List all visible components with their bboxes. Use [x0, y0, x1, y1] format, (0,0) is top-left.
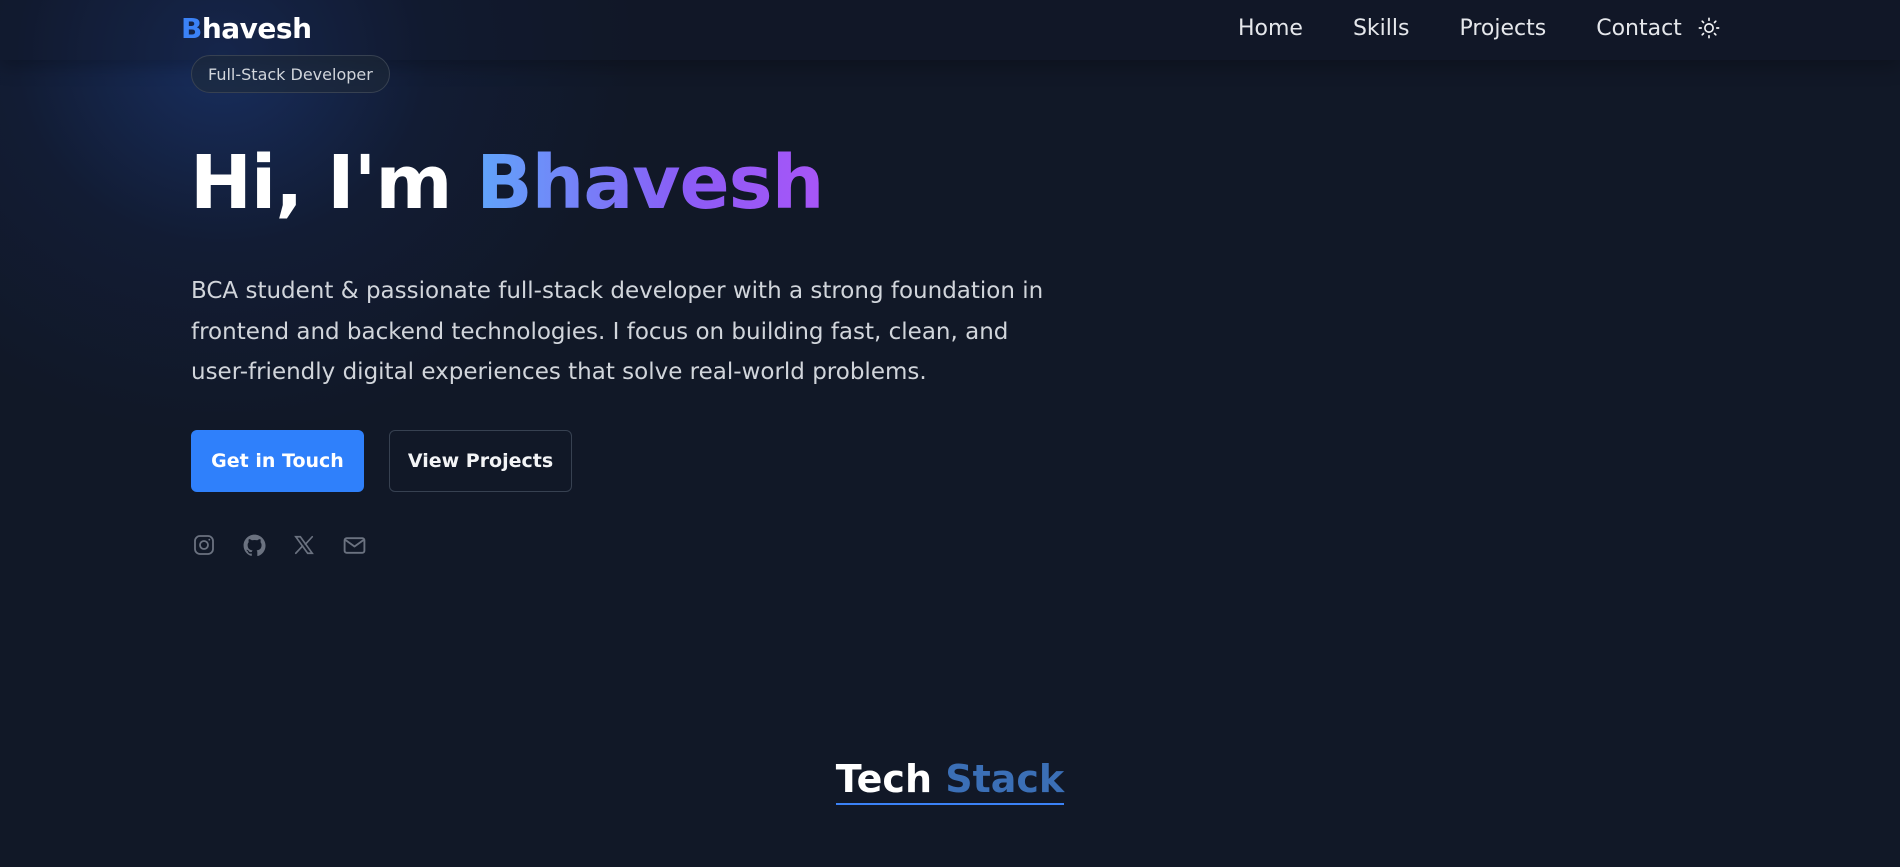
nav-links: Home Skills Projects Contact — [1238, 16, 1732, 41]
tech-stack-heading-underline: Tech Stack — [835, 755, 1065, 805]
instagram-link[interactable] — [191, 532, 217, 558]
theme-toggle-button[interactable] — [1696, 15, 1722, 41]
hero-title: Hi, I'm Bhavesh — [190, 140, 824, 226]
github-link[interactable] — [241, 532, 267, 558]
nav-link-projects[interactable]: Projects — [1459, 16, 1546, 41]
view-projects-button[interactable]: View Projects — [389, 430, 572, 492]
hero-title-prefix: Hi, I'm — [190, 140, 452, 226]
get-in-touch-button[interactable]: Get in Touch — [191, 430, 364, 492]
hero-title-name: Bhavesh — [476, 140, 824, 226]
mail-link[interactable] — [341, 532, 367, 558]
nav-link-contact[interactable]: Contact — [1596, 16, 1682, 41]
tech-stack-word1: Tech — [835, 757, 932, 801]
logo-initial: B — [181, 12, 202, 45]
x-link[interactable] — [291, 532, 317, 558]
hero-description: BCA student & passionate full-stack deve… — [191, 278, 1044, 385]
social-links — [191, 532, 391, 558]
page: Bhavesh Home Skills Projects Contact Ful… — [0, 0, 1900, 867]
tech-stack-heading: Tech Stack — [0, 755, 1900, 805]
navbar: Bhavesh Home Skills Projects Contact — [0, 0, 1900, 60]
instagram-icon — [194, 535, 214, 555]
mail-icon — [343, 536, 365, 554]
github-icon — [243, 534, 266, 556]
x-icon — [294, 535, 314, 555]
logo-rest: havesh — [201, 12, 312, 45]
tech-stack-word2: Stack — [945, 757, 1065, 801]
nav-link-skills[interactable]: Skills — [1353, 16, 1410, 41]
sun-icon — [1698, 17, 1720, 39]
nav-link-home[interactable]: Home — [1238, 16, 1303, 41]
logo[interactable]: Bhavesh — [181, 12, 312, 45]
role-badge: Full-Stack Developer — [191, 55, 390, 93]
